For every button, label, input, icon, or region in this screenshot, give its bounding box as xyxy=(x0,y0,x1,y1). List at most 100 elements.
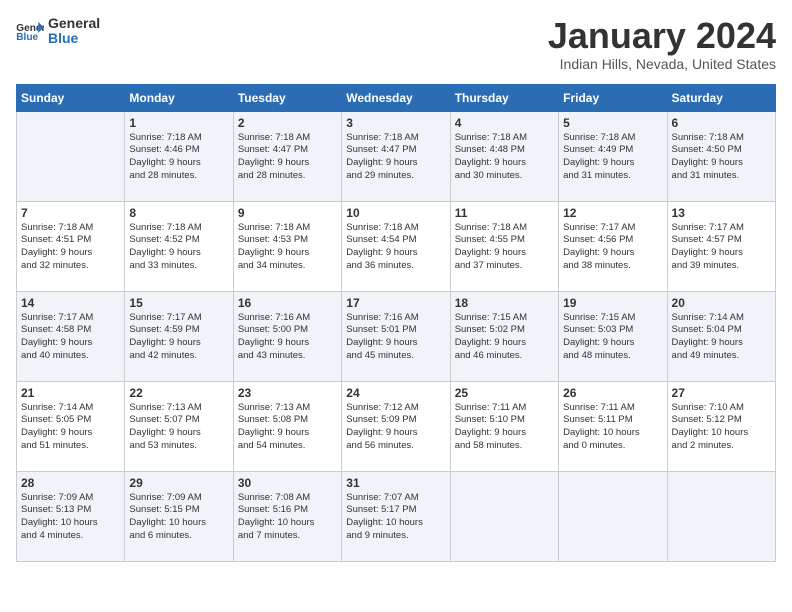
day-content: Sunrise: 7:18 AM Sunset: 4:55 PM Dayligh… xyxy=(455,222,554,273)
day-number: 24 xyxy=(346,386,445,400)
day-content: Sunrise: 7:18 AM Sunset: 4:47 PM Dayligh… xyxy=(346,132,445,183)
calendar-week-5: 28 Sunrise: 7:09 AM Sunset: 5:13 PM Dayli… xyxy=(17,471,776,561)
day-number: 11 xyxy=(455,206,554,220)
calendar-week-4: 21Sunrise: 7:14 AM Sunset: 5:05 PM Dayli… xyxy=(17,381,776,471)
calendar-cell: 29Sunrise: 7:09 AM Sunset: 5:15 PM Dayli… xyxy=(125,471,233,561)
calendar-cell: 23Sunrise: 7:13 AM Sunset: 5:08 PM Dayli… xyxy=(233,381,341,471)
header-tuesday: Tuesday xyxy=(233,84,341,111)
day-content: Sunrise: 7:18 AM Sunset: 4:49 PM Dayligh… xyxy=(563,132,662,183)
calendar-cell: 1Sunrise: 7:18 AM Sunset: 4:46 PM Daylig… xyxy=(125,111,233,201)
day-number: 15 xyxy=(129,296,228,310)
calendar-cell: 6Sunrise: 7:18 AM Sunset: 4:50 PM Daylig… xyxy=(667,111,775,201)
day-content: Sunrise: 7:13 AM Sunset: 5:07 PM Dayligh… xyxy=(129,402,228,453)
calendar-cell: 2Sunrise: 7:18 AM Sunset: 4:47 PM Daylig… xyxy=(233,111,341,201)
calendar-cell: 8 Sunrise: 7:18 AM Sunset: 4:52 PM Daylig… xyxy=(125,201,233,291)
calendar-week-1: 1Sunrise: 7:18 AM Sunset: 4:46 PM Daylig… xyxy=(17,111,776,201)
day-content: Sunrise: 7:07 AM Sunset: 5:17 PM Dayligh… xyxy=(346,492,445,543)
calendar-cell: 31 Sunrise: 7:07 AM Sunset: 5:17 PM Dayli… xyxy=(342,471,450,561)
day-number: 3 xyxy=(346,116,445,130)
day-content: Sunrise: 7:17 AM Sunset: 4:58 PM Dayligh… xyxy=(21,312,120,363)
calendar-cell: 19 Sunrise: 7:15 AM Sunset: 5:03 PM Dayli… xyxy=(559,291,667,381)
day-content: Sunrise: 7:17 AM Sunset: 4:56 PM Dayligh… xyxy=(563,222,662,273)
day-content: Sunrise: 7:17 AM Sunset: 4:59 PM Dayligh… xyxy=(129,312,228,363)
day-content: Sunrise: 7:13 AM Sunset: 5:08 PM Dayligh… xyxy=(238,402,337,453)
header-friday: Friday xyxy=(559,84,667,111)
calendar-cell: 15 Sunrise: 7:17 AM Sunset: 4:59 PM Dayli… xyxy=(125,291,233,381)
day-content: Sunrise: 7:15 AM Sunset: 5:03 PM Dayligh… xyxy=(563,312,662,363)
day-number: 31 xyxy=(346,476,445,490)
day-number: 10 xyxy=(346,206,445,220)
day-number: 25 xyxy=(455,386,554,400)
calendar-week-3: 14 Sunrise: 7:17 AM Sunset: 4:58 PM Dayli… xyxy=(17,291,776,381)
header-thursday: Thursday xyxy=(450,84,558,111)
calendar-cell: 21Sunrise: 7:14 AM Sunset: 5:05 PM Dayli… xyxy=(17,381,125,471)
day-content: Sunrise: 7:09 AM Sunset: 5:13 PM Dayligh… xyxy=(21,492,120,543)
calendar-cell: 27 Sunrise: 7:10 AM Sunset: 5:12 PM Dayli… xyxy=(667,381,775,471)
calendar-cell xyxy=(17,111,125,201)
calendar-table: SundayMondayTuesdayWednesdayThursdayFrid… xyxy=(16,84,776,562)
calendar-cell xyxy=(559,471,667,561)
calendar-cell: 14 Sunrise: 7:17 AM Sunset: 4:58 PM Dayli… xyxy=(17,291,125,381)
day-content: Sunrise: 7:18 AM Sunset: 4:52 PM Dayligh… xyxy=(129,222,228,273)
calendar-cell: 30 Sunrise: 7:08 AM Sunset: 5:16 PM Dayli… xyxy=(233,471,341,561)
day-content: Sunrise: 7:18 AM Sunset: 4:53 PM Dayligh… xyxy=(238,222,337,273)
day-content: Sunrise: 7:15 AM Sunset: 5:02 PM Dayligh… xyxy=(455,312,554,363)
calendar-header-row: SundayMondayTuesdayWednesdayThursdayFrid… xyxy=(17,84,776,111)
calendar-subtitle: Indian Hills, Nevada, United States xyxy=(548,56,776,72)
day-content: Sunrise: 7:16 AM Sunset: 5:01 PM Dayligh… xyxy=(346,312,445,363)
day-content: Sunrise: 7:18 AM Sunset: 4:54 PM Dayligh… xyxy=(346,222,445,273)
calendar-cell: 4Sunrise: 7:18 AM Sunset: 4:48 PM Daylig… xyxy=(450,111,558,201)
day-number: 12 xyxy=(563,206,662,220)
day-number: 5 xyxy=(563,116,662,130)
calendar-cell: 18 Sunrise: 7:15 AM Sunset: 5:02 PM Dayli… xyxy=(450,291,558,381)
calendar-cell: 25Sunrise: 7:11 AM Sunset: 5:10 PM Dayli… xyxy=(450,381,558,471)
day-content: Sunrise: 7:10 AM Sunset: 5:12 PM Dayligh… xyxy=(672,402,771,453)
day-content: Sunrise: 7:17 AM Sunset: 4:57 PM Dayligh… xyxy=(672,222,771,273)
logo: General Blue General Blue xyxy=(16,16,100,47)
day-number: 22 xyxy=(129,386,228,400)
day-number: 30 xyxy=(238,476,337,490)
svg-text:Blue: Blue xyxy=(16,33,38,43)
calendar-cell: 12 Sunrise: 7:17 AM Sunset: 4:56 PM Dayli… xyxy=(559,201,667,291)
calendar-cell: 17Sunrise: 7:16 AM Sunset: 5:01 PM Dayli… xyxy=(342,291,450,381)
calendar-cell xyxy=(450,471,558,561)
day-number: 27 xyxy=(672,386,771,400)
day-number: 26 xyxy=(563,386,662,400)
calendar-cell: 22 Sunrise: 7:13 AM Sunset: 5:07 PM Dayli… xyxy=(125,381,233,471)
calendar-cell: 16Sunrise: 7:16 AM Sunset: 5:00 PM Dayli… xyxy=(233,291,341,381)
calendar-cell: 10 Sunrise: 7:18 AM Sunset: 4:54 PM Dayli… xyxy=(342,201,450,291)
day-number: 18 xyxy=(455,296,554,310)
day-number: 2 xyxy=(238,116,337,130)
day-number: 8 xyxy=(129,206,228,220)
title-block: January 2024 Indian Hills, Nevada, Unite… xyxy=(548,16,776,72)
calendar-cell: 24Sunrise: 7:12 AM Sunset: 5:09 PM Dayli… xyxy=(342,381,450,471)
day-number: 14 xyxy=(21,296,120,310)
day-content: Sunrise: 7:18 AM Sunset: 4:48 PM Dayligh… xyxy=(455,132,554,183)
header-monday: Monday xyxy=(125,84,233,111)
day-number: 28 xyxy=(21,476,120,490)
day-content: Sunrise: 7:16 AM Sunset: 5:00 PM Dayligh… xyxy=(238,312,337,363)
page-header: General Blue General Blue January 2024 I… xyxy=(16,16,776,72)
calendar-title: January 2024 xyxy=(548,16,776,56)
day-content: Sunrise: 7:18 AM Sunset: 4:50 PM Dayligh… xyxy=(672,132,771,183)
header-wednesday: Wednesday xyxy=(342,84,450,111)
day-number: 7 xyxy=(21,206,120,220)
calendar-cell: 28 Sunrise: 7:09 AM Sunset: 5:13 PM Dayli… xyxy=(17,471,125,561)
header-saturday: Saturday xyxy=(667,84,775,111)
day-content: Sunrise: 7:18 AM Sunset: 4:51 PM Dayligh… xyxy=(21,222,120,273)
day-content: Sunrise: 7:11 AM Sunset: 5:11 PM Dayligh… xyxy=(563,402,662,453)
logo-icon: General Blue xyxy=(16,20,44,42)
calendar-cell: 13 Sunrise: 7:17 AM Sunset: 4:57 PM Dayli… xyxy=(667,201,775,291)
calendar-cell: 9 Sunrise: 7:18 AM Sunset: 4:53 PM Daylig… xyxy=(233,201,341,291)
calendar-cell: 7 Sunrise: 7:18 AM Sunset: 4:51 PM Daylig… xyxy=(17,201,125,291)
calendar-cell: 3 Sunrise: 7:18 AM Sunset: 4:47 PM Daylig… xyxy=(342,111,450,201)
calendar-week-2: 7 Sunrise: 7:18 AM Sunset: 4:51 PM Daylig… xyxy=(17,201,776,291)
calendar-cell: 20Sunrise: 7:14 AM Sunset: 5:04 PM Dayli… xyxy=(667,291,775,381)
day-number: 13 xyxy=(672,206,771,220)
day-content: Sunrise: 7:08 AM Sunset: 5:16 PM Dayligh… xyxy=(238,492,337,543)
day-content: Sunrise: 7:14 AM Sunset: 5:05 PM Dayligh… xyxy=(21,402,120,453)
logo-blue-text: Blue xyxy=(48,30,78,46)
day-number: 9 xyxy=(238,206,337,220)
day-number: 19 xyxy=(563,296,662,310)
day-number: 1 xyxy=(129,116,228,130)
